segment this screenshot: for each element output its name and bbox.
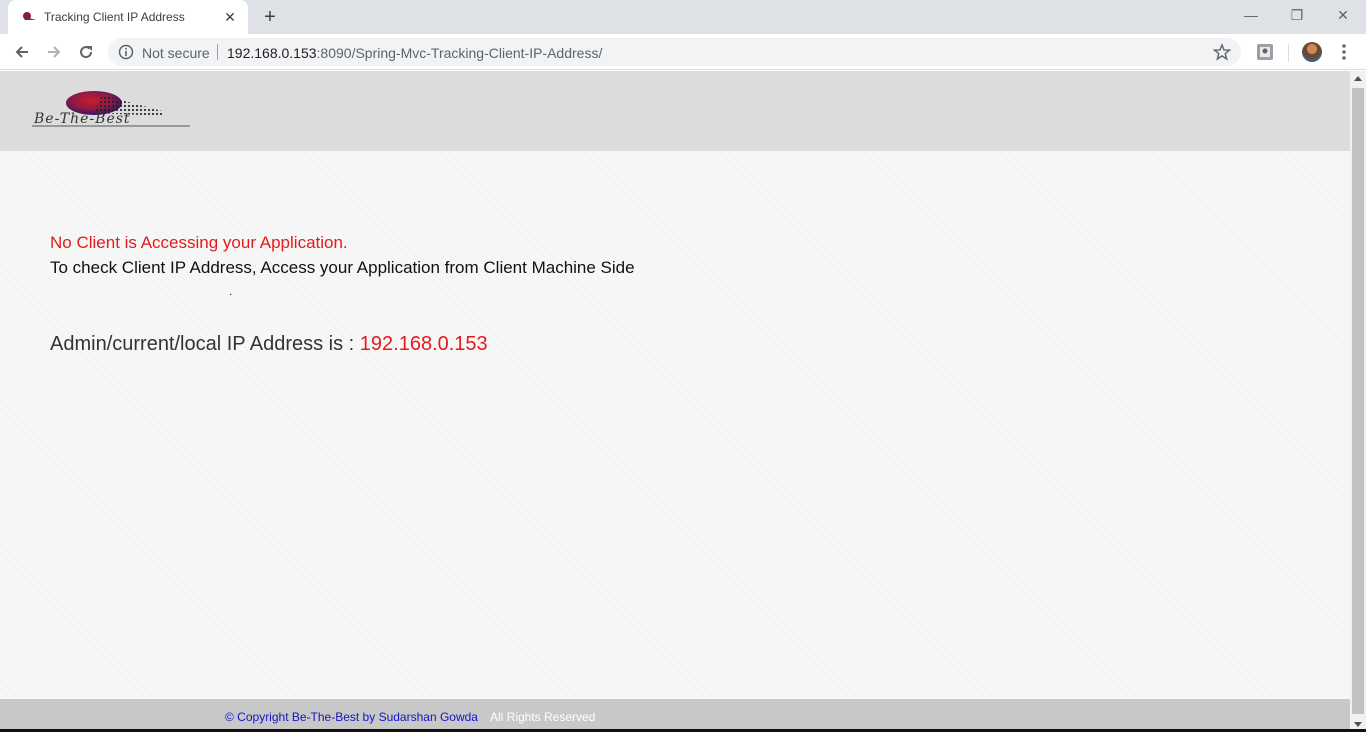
browser-toolbar: Not secure 192.168.0.153:8090/Spring-Mvc… [0, 34, 1366, 70]
url-host: 192.168.0.153 [227, 45, 317, 61]
site-header: Be-The-Best [0, 71, 1350, 151]
back-button[interactable] [10, 40, 34, 64]
toolbar-divider [1288, 44, 1289, 62]
ip-label: Admin/current/local IP Address is : [50, 333, 360, 355]
site-footer: © Copyright Be-The-Best by Sudarshan Gow… [0, 699, 1350, 732]
scroll-up-arrow-icon[interactable] [1350, 71, 1366, 87]
back-arrow-icon [15, 46, 28, 58]
tab-close-button[interactable]: ✕ [222, 9, 238, 25]
reload-button[interactable] [74, 40, 98, 64]
window-restore-button[interactable]: ❐ [1274, 4, 1320, 26]
vertical-scrollbar[interactable] [1350, 71, 1366, 732]
star-icon[interactable] [1213, 43, 1231, 61]
footer-copyright-link[interactable]: © Copyright Be-The-Best by Sudarshan Gow… [225, 710, 478, 724]
new-tab-button[interactable]: + [258, 6, 282, 28]
instruction-message: To check Client IP Address, Access your … [50, 258, 635, 277]
info-icon[interactable] [118, 44, 134, 60]
forward-button[interactable] [42, 40, 66, 64]
tab-title: Tracking Client IP Address [44, 10, 185, 24]
ip-address-line: Admin/current/local IP Address is : 192.… [50, 333, 488, 356]
url-text[interactable]: 192.168.0.153:8090/Spring-Mvc-Tracking-C… [227, 45, 602, 61]
logo-text: Be-The-Best [34, 111, 131, 127]
dot-marker: . [229, 284, 233, 298]
scrollbar-thumb[interactable] [1352, 88, 1364, 714]
url-path: :8090/Spring-Mvc-Tracking-Client-IP-Addr… [316, 45, 603, 61]
forward-arrow-icon [48, 46, 61, 58]
address-bar[interactable]: Not secure 192.168.0.153:8090/Spring-Mvc… [108, 38, 1241, 66]
no-client-message: No Client is Accessing your Application. [50, 233, 348, 252]
footer-rights: All Rights Reserved [490, 710, 596, 724]
page-viewport: Be-The-Best No Client is Accessing your … [0, 71, 1350, 732]
ip-value: 192.168.0.153 [359, 333, 488, 355]
kebab-menu-icon[interactable] [1336, 43, 1352, 61]
reload-icon [80, 46, 93, 59]
avatar[interactable] [1302, 42, 1322, 62]
browser-tab[interactable]: Tracking Client IP Address ✕ [8, 0, 248, 34]
extension-icon[interactable] [1256, 43, 1274, 61]
tab-strip: Tracking Client IP Address ✕ + — ❐ ✕ [0, 0, 1366, 34]
omnibox-divider [217, 44, 218, 60]
window-minimize-button[interactable]: — [1228, 4, 1274, 26]
site-logo: Be-The-Best [32, 89, 194, 131]
security-status[interactable]: Not secure [142, 45, 210, 61]
window-close-button[interactable]: ✕ [1320, 4, 1366, 26]
site-favicon-icon [23, 12, 36, 20]
